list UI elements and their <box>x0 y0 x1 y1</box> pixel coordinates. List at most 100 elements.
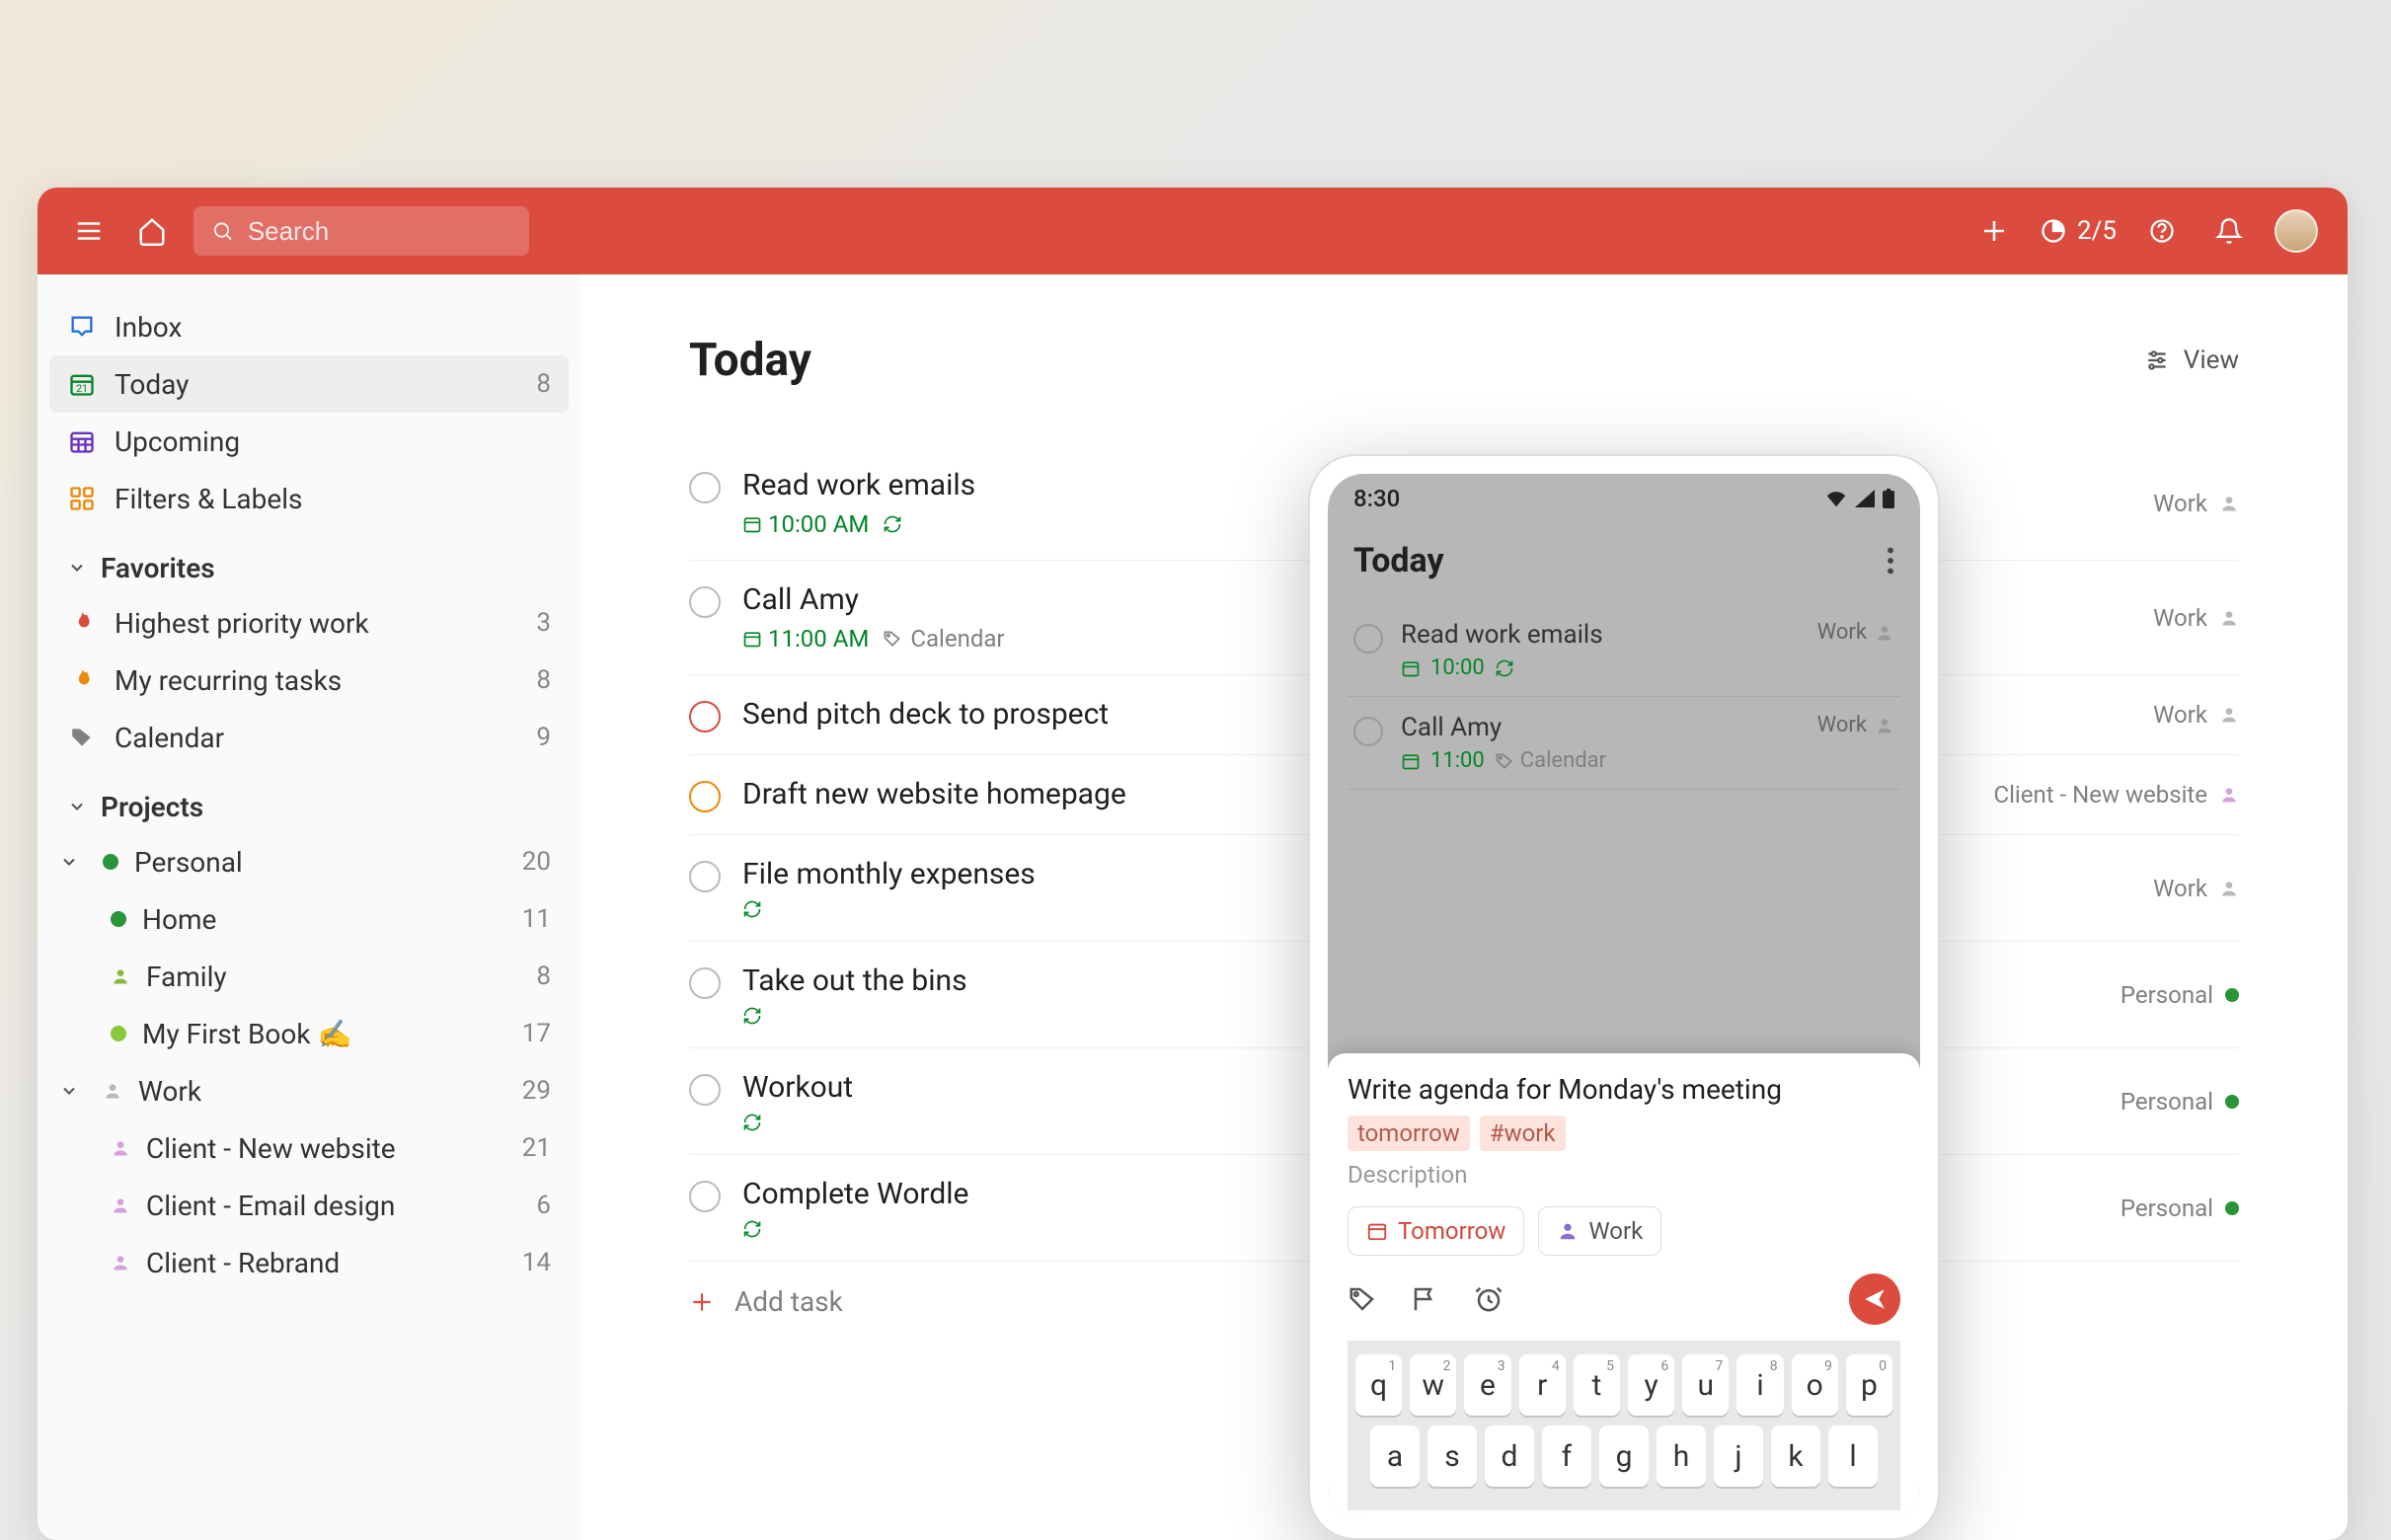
menu-button[interactable] <box>67 209 111 253</box>
sidebar: Inbox 21 Today 8 Upcoming Filters & Labe… <box>38 274 580 1540</box>
phone-task-title: Call Amy <box>1401 713 1800 742</box>
kbd-key-y[interactable]: 6y <box>1628 1354 1674 1416</box>
plus-icon <box>1979 216 2009 246</box>
tag-icon <box>67 723 97 752</box>
task-project[interactable]: Work <box>2153 490 2239 517</box>
kbd-key-o[interactable]: 9o <box>1792 1354 1838 1416</box>
search-box[interactable] <box>193 206 529 256</box>
kbd-key-k[interactable]: k <box>1771 1425 1820 1487</box>
avatar[interactable] <box>2275 209 2318 253</box>
notifications-button[interactable] <box>2207 209 2251 253</box>
nav-today[interactable]: 21 Today 8 <box>49 355 569 413</box>
chip-schedule[interactable]: Tomorrow <box>1348 1206 1524 1256</box>
task-project[interactable]: Work <box>2153 701 2239 729</box>
send-button[interactable] <box>1849 1273 1900 1325</box>
project-dot-icon <box>2225 1201 2239 1215</box>
kbd-key-h[interactable]: h <box>1657 1425 1706 1487</box>
sub-project-item[interactable]: Client - Email design 6 <box>49 1177 569 1234</box>
task-project[interactable]: Client - New website <box>1993 781 2239 808</box>
add-button[interactable] <box>1972 209 2016 253</box>
phone-task-checkbox[interactable] <box>1353 624 1383 654</box>
task-checkbox[interactable] <box>689 861 721 892</box>
projects-header[interactable]: Projects <box>49 780 569 833</box>
project-item[interactable]: Personal 20 <box>49 833 569 890</box>
task-project-label: Personal <box>2121 1088 2213 1116</box>
task-checkbox[interactable] <box>689 586 721 618</box>
plus-icon <box>689 1289 715 1315</box>
task-time: 11:00 AM <box>768 625 869 653</box>
task-checkbox[interactable] <box>689 472 721 503</box>
productivity-button[interactable]: 2/5 <box>2040 216 2117 246</box>
task-checkbox[interactable] <box>689 1181 721 1212</box>
kbd-key-r[interactable]: 4r <box>1519 1354 1566 1416</box>
favorite-item[interactable]: My recurring tasks 8 <box>49 652 569 709</box>
phone-task-row[interactable]: Read work emails 10:00 Work <box>1348 604 1900 697</box>
favorite-item[interactable]: Calendar 9 <box>49 709 569 766</box>
add-task-label: Add task <box>734 1285 843 1318</box>
kbd-key-w[interactable]: 2w <box>1410 1354 1456 1416</box>
page-title: Today <box>689 334 811 387</box>
kbd-key-s[interactable]: s <box>1427 1425 1477 1487</box>
nav-inbox[interactable]: Inbox <box>49 298 569 355</box>
alarm-icon[interactable] <box>1474 1284 1504 1314</box>
home-button[interactable] <box>130 209 174 253</box>
task-checkbox[interactable] <box>689 1074 721 1106</box>
kbd-key-i[interactable]: 8i <box>1736 1354 1783 1416</box>
task-project[interactable]: Personal <box>2121 981 2239 1009</box>
task-checkbox[interactable] <box>689 967 721 999</box>
kbd-key-g[interactable]: g <box>1599 1425 1649 1487</box>
flag-icon[interactable] <box>1411 1284 1440 1314</box>
view-button[interactable]: View <box>2144 346 2239 375</box>
help-button[interactable] <box>2140 209 2184 253</box>
sub-project-item[interactable]: My First Book ✍️ 17 <box>49 1005 569 1062</box>
nav-label: Inbox <box>115 311 182 344</box>
project-item[interactable]: Work 29 <box>49 1062 569 1119</box>
kbd-key-u[interactable]: 7u <box>1682 1354 1729 1416</box>
kbd-key-q[interactable]: 1q <box>1355 1354 1402 1416</box>
sub-project-item[interactable]: Family 8 <box>49 948 569 1005</box>
inbox-icon <box>67 312 97 342</box>
task-project[interactable]: Work <box>2153 604 2239 632</box>
kbd-key-a[interactable]: a <box>1370 1425 1420 1487</box>
task-project[interactable]: Personal <box>2121 1088 2239 1116</box>
phone-more-button[interactable] <box>1887 547 1894 575</box>
kbd-key-d[interactable]: d <box>1485 1425 1534 1487</box>
sub-project-item[interactable]: Home 11 <box>49 890 569 948</box>
kbd-key-e[interactable]: 3e <box>1464 1354 1510 1416</box>
task-project[interactable]: Work <box>2153 875 2239 902</box>
sub-project-item[interactable]: Client - New website 21 <box>49 1119 569 1177</box>
nav-upcoming[interactable]: Upcoming <box>49 413 569 470</box>
kbd-key-j[interactable]: j <box>1714 1425 1763 1487</box>
nav-filters[interactable]: Filters & Labels <box>49 470 569 527</box>
kbd-key-f[interactable]: f <box>1542 1425 1591 1487</box>
favorite-label: My recurring tasks <box>115 664 342 697</box>
chip-project[interactable]: Work <box>1538 1206 1661 1256</box>
phone-task-checkbox[interactable] <box>1353 717 1383 746</box>
project-dot-icon <box>111 911 126 927</box>
kbd-key-l[interactable]: l <box>1828 1425 1878 1487</box>
label-icon[interactable] <box>1348 1284 1377 1314</box>
task-checkbox[interactable] <box>689 701 721 732</box>
chip-schedule-label: Tomorrow <box>1398 1217 1505 1245</box>
task-project[interactable]: Personal <box>2121 1194 2239 1222</box>
sub-project-item[interactable]: Client - Rebrand 14 <box>49 1234 569 1291</box>
tag-date[interactable]: tomorrow <box>1348 1116 1470 1151</box>
recurring-icon <box>742 1113 762 1132</box>
task-project-label: Personal <box>2121 981 2213 1009</box>
person-icon <box>1557 1220 1579 1242</box>
favorites-label: Favorites <box>101 552 215 584</box>
quick-add-description[interactable]: Description <box>1348 1161 1900 1189</box>
chevron-down-icon[interactable] <box>59 1081 87 1101</box>
search-input[interactable] <box>248 216 511 247</box>
person-icon <box>111 1253 130 1272</box>
favorites-header[interactable]: Favorites <box>49 541 569 594</box>
quick-add-title[interactable]: Write agenda for Monday's meeting <box>1348 1073 1900 1106</box>
chevron-down-icon[interactable] <box>59 852 87 872</box>
favorite-item[interactable]: Highest priority work 3 <box>49 594 569 652</box>
task-checkbox[interactable] <box>689 781 721 812</box>
kbd-key-t[interactable]: 5t <box>1574 1354 1620 1416</box>
kbd-key-p[interactable]: 0p <box>1846 1354 1892 1416</box>
project-count: 6 <box>536 1191 551 1220</box>
phone-task-row[interactable]: Call Amy 11:00Calendar Work <box>1348 697 1900 790</box>
tag-project[interactable]: #work <box>1480 1116 1566 1151</box>
